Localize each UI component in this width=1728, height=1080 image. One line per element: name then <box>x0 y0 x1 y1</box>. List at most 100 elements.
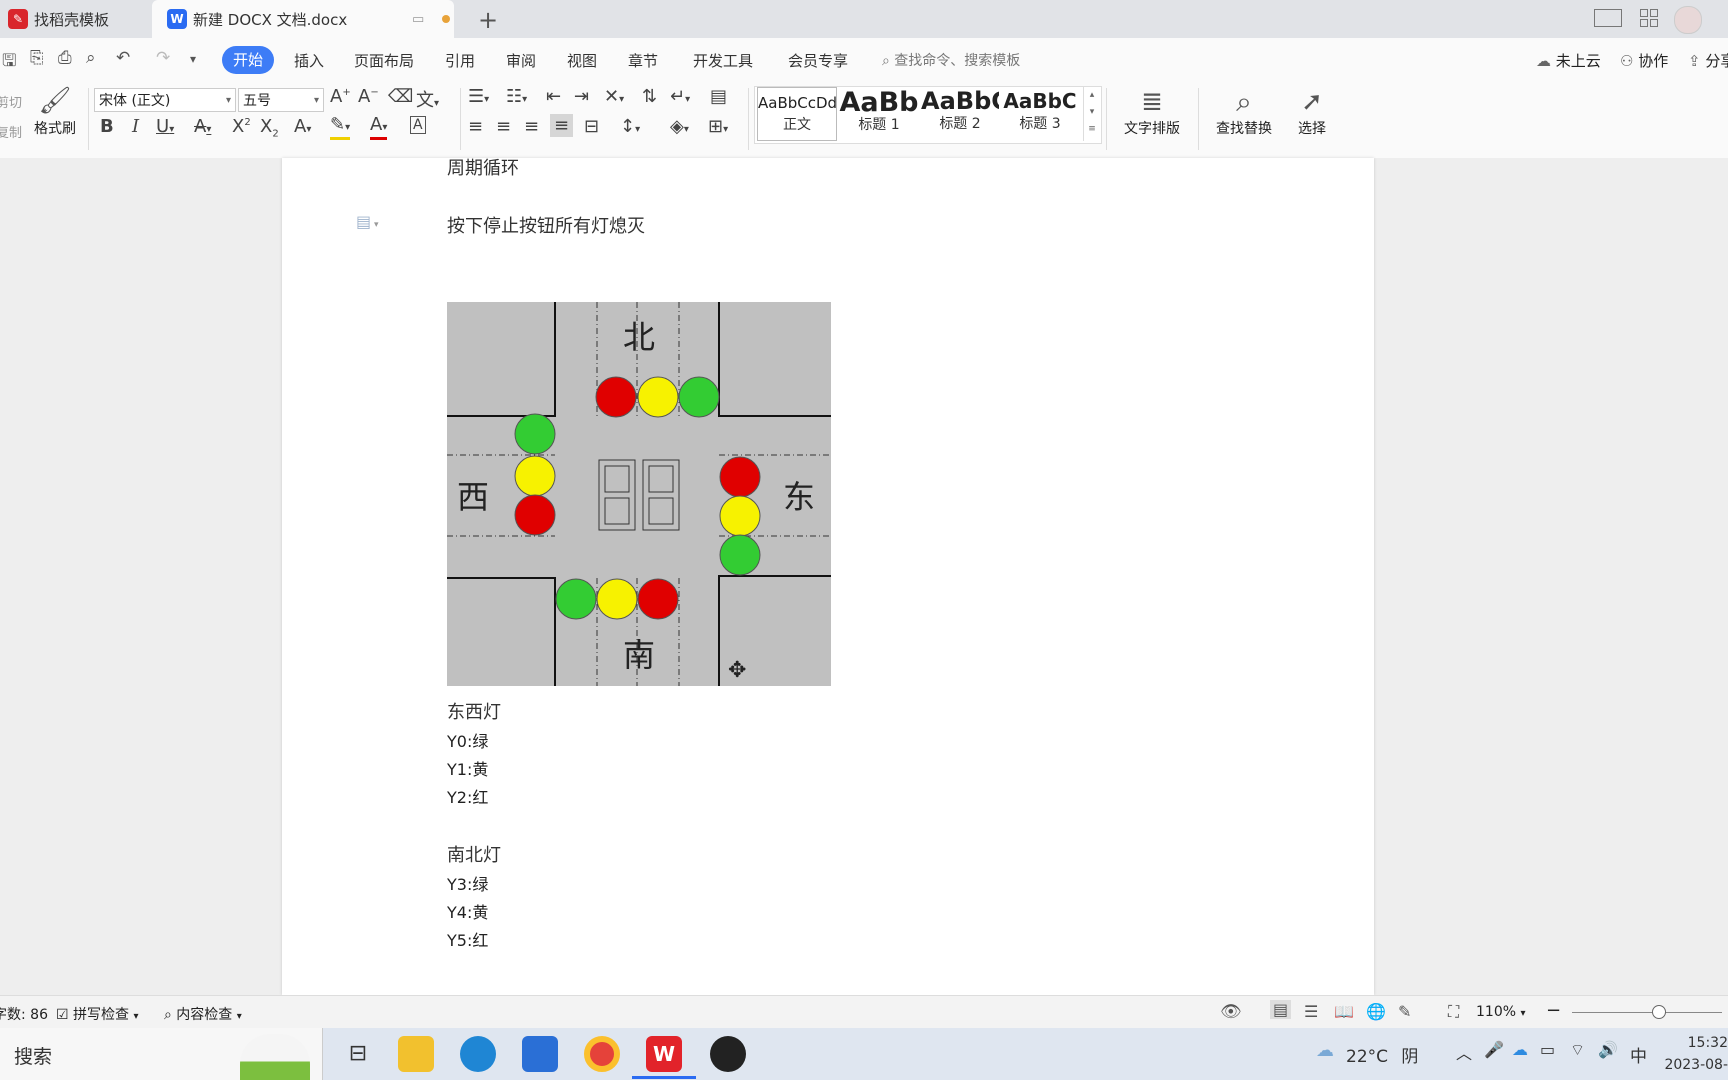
paragraph[interactable]: Y3:绿 <box>447 871 488 895</box>
command-search[interactable]: ⌕ 查找命令、搜索模板 <box>882 50 1020 70</box>
select-button[interactable]: ➚ 选择 <box>1284 86 1340 138</box>
font-name-select[interactable]: 宋体 (正文) ▾ <box>94 88 236 112</box>
outline-view-icon[interactable]: ☰ <box>1304 1002 1318 1021</box>
spell-check-button[interactable]: ☑ 拼写检查 ▾ <box>56 1004 139 1024</box>
sort-icon[interactable]: ⇅ <box>642 86 657 107</box>
text-effect-icon[interactable]: A▾ <box>294 116 311 137</box>
chevron-down-icon[interactable]: ▾ <box>1084 104 1100 121</box>
avatar[interactable] <box>1674 6 1702 34</box>
tab-docer[interactable]: ✎ 找稻壳模板 <box>0 0 152 38</box>
font-color-icon[interactable]: A▾ <box>370 116 388 140</box>
collab-button[interactable]: ⚇ 协作 <box>1620 50 1668 71</box>
bullet-list-icon[interactable]: ☰▾ <box>468 86 489 107</box>
subscript-icon[interactable]: X2 <box>260 116 279 140</box>
show-marks-icon[interactable]: ↵▾ <box>670 86 690 107</box>
chevron-up-icon[interactable]: ▴ <box>1084 87 1100 104</box>
undo-icon[interactable]: ↶ <box>116 48 130 68</box>
paragraph[interactable]: Y1:黄 <box>447 756 488 780</box>
microphone-icon[interactable]: 🎤 <box>1484 1040 1504 1059</box>
paragraph[interactable]: 南北灯 <box>447 841 501 867</box>
distribute-icon[interactable]: ⊟ <box>584 116 599 137</box>
menu-review[interactable]: 审阅 <box>506 50 536 71</box>
obs-icon[interactable] <box>710 1036 746 1072</box>
export-icon[interactable]: ⎘ <box>30 48 44 68</box>
decrease-indent-icon[interactable]: ⇤ <box>546 86 561 107</box>
style-heading-3[interactable]: AaBbC 标题 3 <box>1001 87 1079 133</box>
gallery-scroll[interactable]: ▴ ▾ ≡ <box>1083 87 1100 141</box>
battery-icon[interactable]: ▭ <box>1540 1040 1555 1059</box>
tab-document[interactable]: W 新建 DOCX 文档.docx ▭ <box>152 0 454 38</box>
format-painter-button[interactable]: 🖌 格式刷 <box>30 86 80 138</box>
chrome-icon[interactable] <box>584 1036 620 1072</box>
text-layout-button[interactable]: ≣ 文字排版 <box>1112 86 1192 138</box>
numbered-list-icon[interactable]: ☷▾ <box>506 86 527 107</box>
menu-developer[interactable]: 开发工具 <box>693 50 753 71</box>
menu-insert[interactable]: 插入 <box>294 50 324 71</box>
word-count[interactable]: 字数: 86 <box>0 1004 48 1024</box>
menu-view[interactable]: 视图 <box>567 50 597 71</box>
phonetic-icon[interactable]: 文▾ <box>416 86 439 112</box>
font-size-select[interactable]: 五号 ▾ <box>238 88 324 112</box>
clock[interactable]: 15:32 2023-08- <box>1664 1032 1728 1076</box>
copy-button[interactable]: 复制 <box>0 122 22 141</box>
shading-icon[interactable]: ◈▾ <box>670 116 689 137</box>
paragraph[interactable]: Y5:红 <box>447 927 488 951</box>
file-explorer-icon[interactable] <box>398 1036 434 1072</box>
traffic-diagram-image[interactable]: 北 南 西 东 <box>447 302 831 686</box>
monitor-icon[interactable]: ▭ <box>412 12 424 27</box>
paragraph[interactable]: Y4:黄 <box>447 899 488 923</box>
paragraph[interactable]: Y0:绿 <box>447 728 488 752</box>
share-button[interactable]: ⇪ 分享 <box>1688 50 1728 71</box>
eye-protect-icon[interactable]: 👁 <box>1220 1002 1242 1022</box>
paragraph[interactable]: 周期循环 <box>447 154 519 180</box>
zoom-slider-thumb[interactable] <box>1652 1005 1666 1019</box>
shrink-font-icon[interactable]: A− <box>358 86 379 107</box>
paragraph-handle-icon[interactable]: ▤ ▾ <box>356 212 379 231</box>
new-tab-button[interactable]: + <box>478 6 498 34</box>
pen-icon[interactable]: ✎ <box>1398 1002 1411 1021</box>
char-border-icon[interactable]: A <box>410 116 426 134</box>
wifi-icon[interactable]: ⌔ <box>1570 1040 1585 1060</box>
superscript-icon[interactable]: X2 <box>232 116 251 137</box>
zoom-level[interactable]: 110% ▾ <box>1476 1004 1526 1020</box>
align-right-icon[interactable]: ≡ <box>524 116 539 137</box>
window-layout-icon[interactable] <box>1594 9 1622 27</box>
find-replace-button[interactable]: ⌕ 查找替换 <box>1204 86 1284 138</box>
paragraph[interactable]: 东西灯 <box>447 698 501 724</box>
content-check-button[interactable]: ⌕ 内容检查 ▾ <box>164 1004 242 1024</box>
fit-page-icon[interactable]: ⛶ <box>1448 1002 1459 1022</box>
ime-indicator[interactable]: 中 <box>1630 1042 1647 1067</box>
justify-icon[interactable]: ≡ <box>550 114 574 137</box>
edge-icon[interactable] <box>460 1036 496 1072</box>
weather[interactable]: 22°C 阴 <box>1346 1042 1418 1067</box>
menu-references[interactable]: 引用 <box>445 50 475 71</box>
paragraph[interactable]: Y2:红 <box>447 784 488 808</box>
grow-font-icon[interactable]: A+ <box>330 86 351 107</box>
zoom-out-button[interactable]: − <box>1546 1000 1561 1021</box>
increase-indent-icon[interactable]: ⇥ <box>574 86 589 107</box>
web-view-icon[interactable]: 🌐 <box>1366 1002 1386 1021</box>
chevron-down-icon[interactable]: ▾ <box>190 52 196 66</box>
task-view-icon[interactable]: ⊟ <box>340 1036 376 1072</box>
align-left-icon[interactable]: ≡ <box>468 116 483 137</box>
cut-button[interactable]: 剪切 <box>0 92 22 111</box>
underline-icon[interactable]: U▾ <box>156 116 174 137</box>
clear-format-icon[interactable]: ⌫ <box>388 86 413 107</box>
style-heading-1[interactable]: AaBb 标题 1 <box>839 87 919 134</box>
bold-icon[interactable]: B <box>100 116 114 137</box>
style-heading-2[interactable]: AaBbC 标题 2 <box>921 87 999 133</box>
chinese-layout-icon[interactable]: ✕▾ <box>604 86 624 107</box>
page-view-icon[interactable]: ▤ <box>1270 1000 1292 1019</box>
print-icon[interactable]: ⎙ <box>58 48 72 68</box>
wps-icon[interactable]: W <box>646 1036 682 1072</box>
read-view-icon[interactable]: 📖 <box>1334 1002 1354 1021</box>
italic-icon[interactable]: I <box>132 116 139 137</box>
save-icon[interactable]: 🖫 <box>2 48 16 77</box>
mail-icon[interactable] <box>522 1036 558 1072</box>
grid-apps-icon[interactable] <box>1640 9 1658 27</box>
print-preview-icon[interactable]: ⌕ <box>86 48 96 68</box>
align-center-icon[interactable]: ≡ <box>496 116 511 137</box>
zoom-slider-track[interactable] <box>1572 1012 1722 1013</box>
style-normal[interactable]: AaBbCcDd 正文 <box>757 87 837 141</box>
volume-icon[interactable]: 🔊 <box>1598 1040 1618 1059</box>
